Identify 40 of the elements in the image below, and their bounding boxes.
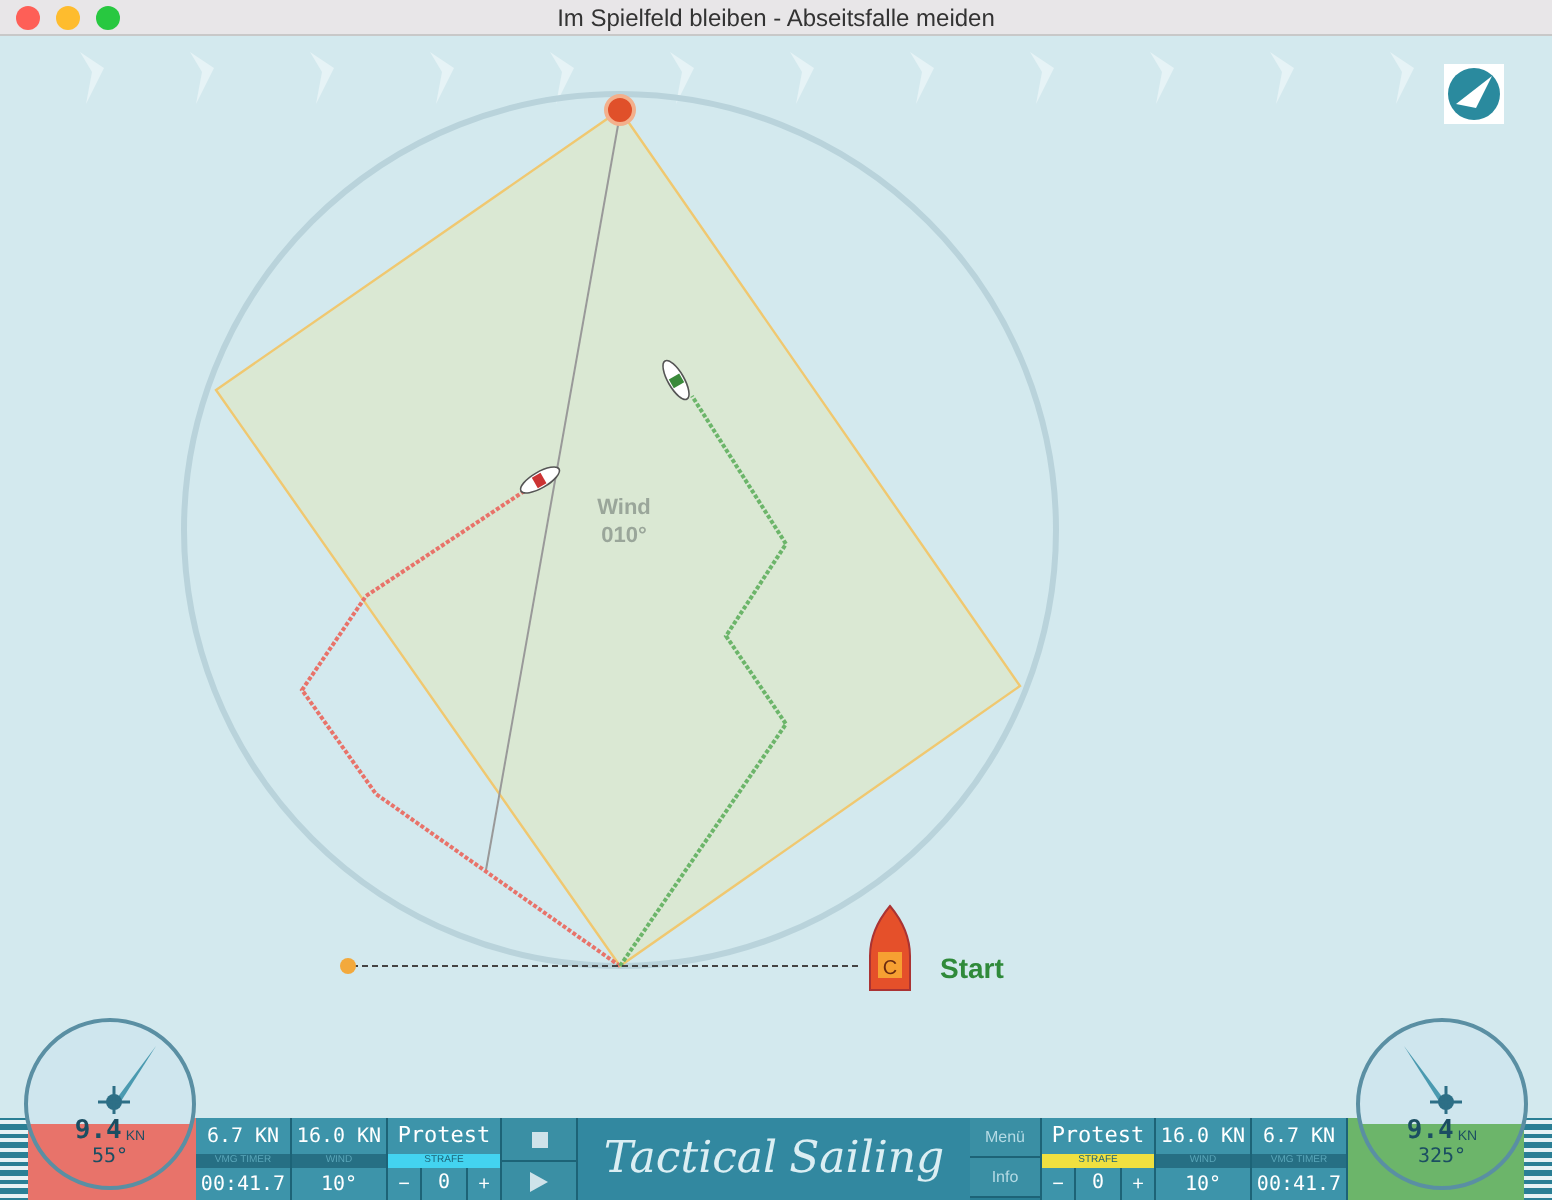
plus-button[interactable]: + xyxy=(466,1168,500,1200)
stop-button[interactable] xyxy=(502,1118,576,1160)
speed-value: 9.4 xyxy=(1406,1118,1454,1144)
vmg-value: 6.7 KN xyxy=(1262,1123,1336,1151)
mark-buoy xyxy=(604,94,636,126)
heading-value: 55° xyxy=(91,1148,129,1168)
stripes-drawing xyxy=(1524,1118,1552,1200)
pin-buoy xyxy=(340,958,356,974)
minus-button[interactable]: − xyxy=(1042,1168,1076,1200)
minus-button[interactable]: − xyxy=(388,1168,422,1200)
app-logo-icon[interactable] xyxy=(1444,64,1504,124)
start-label: Start xyxy=(940,952,1004,984)
window-title: Im Spielfeld bleiben - Abseitsfalle meiden xyxy=(557,1,995,35)
vmg-reading: 00:41.7 xyxy=(1256,1171,1342,1199)
protest-button[interactable]: Protest xyxy=(388,1118,500,1154)
protest-button[interactable]: Protest xyxy=(1042,1118,1154,1154)
stop-icon xyxy=(531,1131,547,1147)
play-button[interactable] xyxy=(502,1160,576,1200)
wind-direction: 010° xyxy=(601,524,647,548)
sailboat-icon xyxy=(519,466,561,494)
committee-boat: C xyxy=(869,905,911,991)
penalty-count: 0 xyxy=(1089,1170,1107,1198)
wind-reading: 10° xyxy=(320,1171,358,1199)
stripes-drawing xyxy=(0,1118,28,1200)
close-icon[interactable] xyxy=(16,5,40,29)
vmg-value: 6.7 KN xyxy=(206,1123,280,1151)
logo-text: Sailing xyxy=(789,1132,945,1188)
logo-text: Tactical xyxy=(603,1132,778,1188)
sailboat-icon xyxy=(662,359,690,401)
penalty-count: 0 xyxy=(435,1170,453,1198)
heading-value: 325° xyxy=(1417,1148,1467,1168)
plus-button[interactable]: + xyxy=(1120,1168,1154,1200)
vmg-reading: 00:41.7 xyxy=(200,1171,286,1199)
wind-label: Wind xyxy=(597,496,651,520)
wind-value: 16.0 KN xyxy=(1160,1123,1246,1151)
zoom-icon[interactable] xyxy=(96,5,120,29)
play-icon xyxy=(530,1171,548,1191)
speed-value: 9.4 xyxy=(74,1118,122,1144)
wind-reading: 10° xyxy=(1184,1171,1222,1199)
wind-value: 16.0 KN xyxy=(296,1123,382,1151)
